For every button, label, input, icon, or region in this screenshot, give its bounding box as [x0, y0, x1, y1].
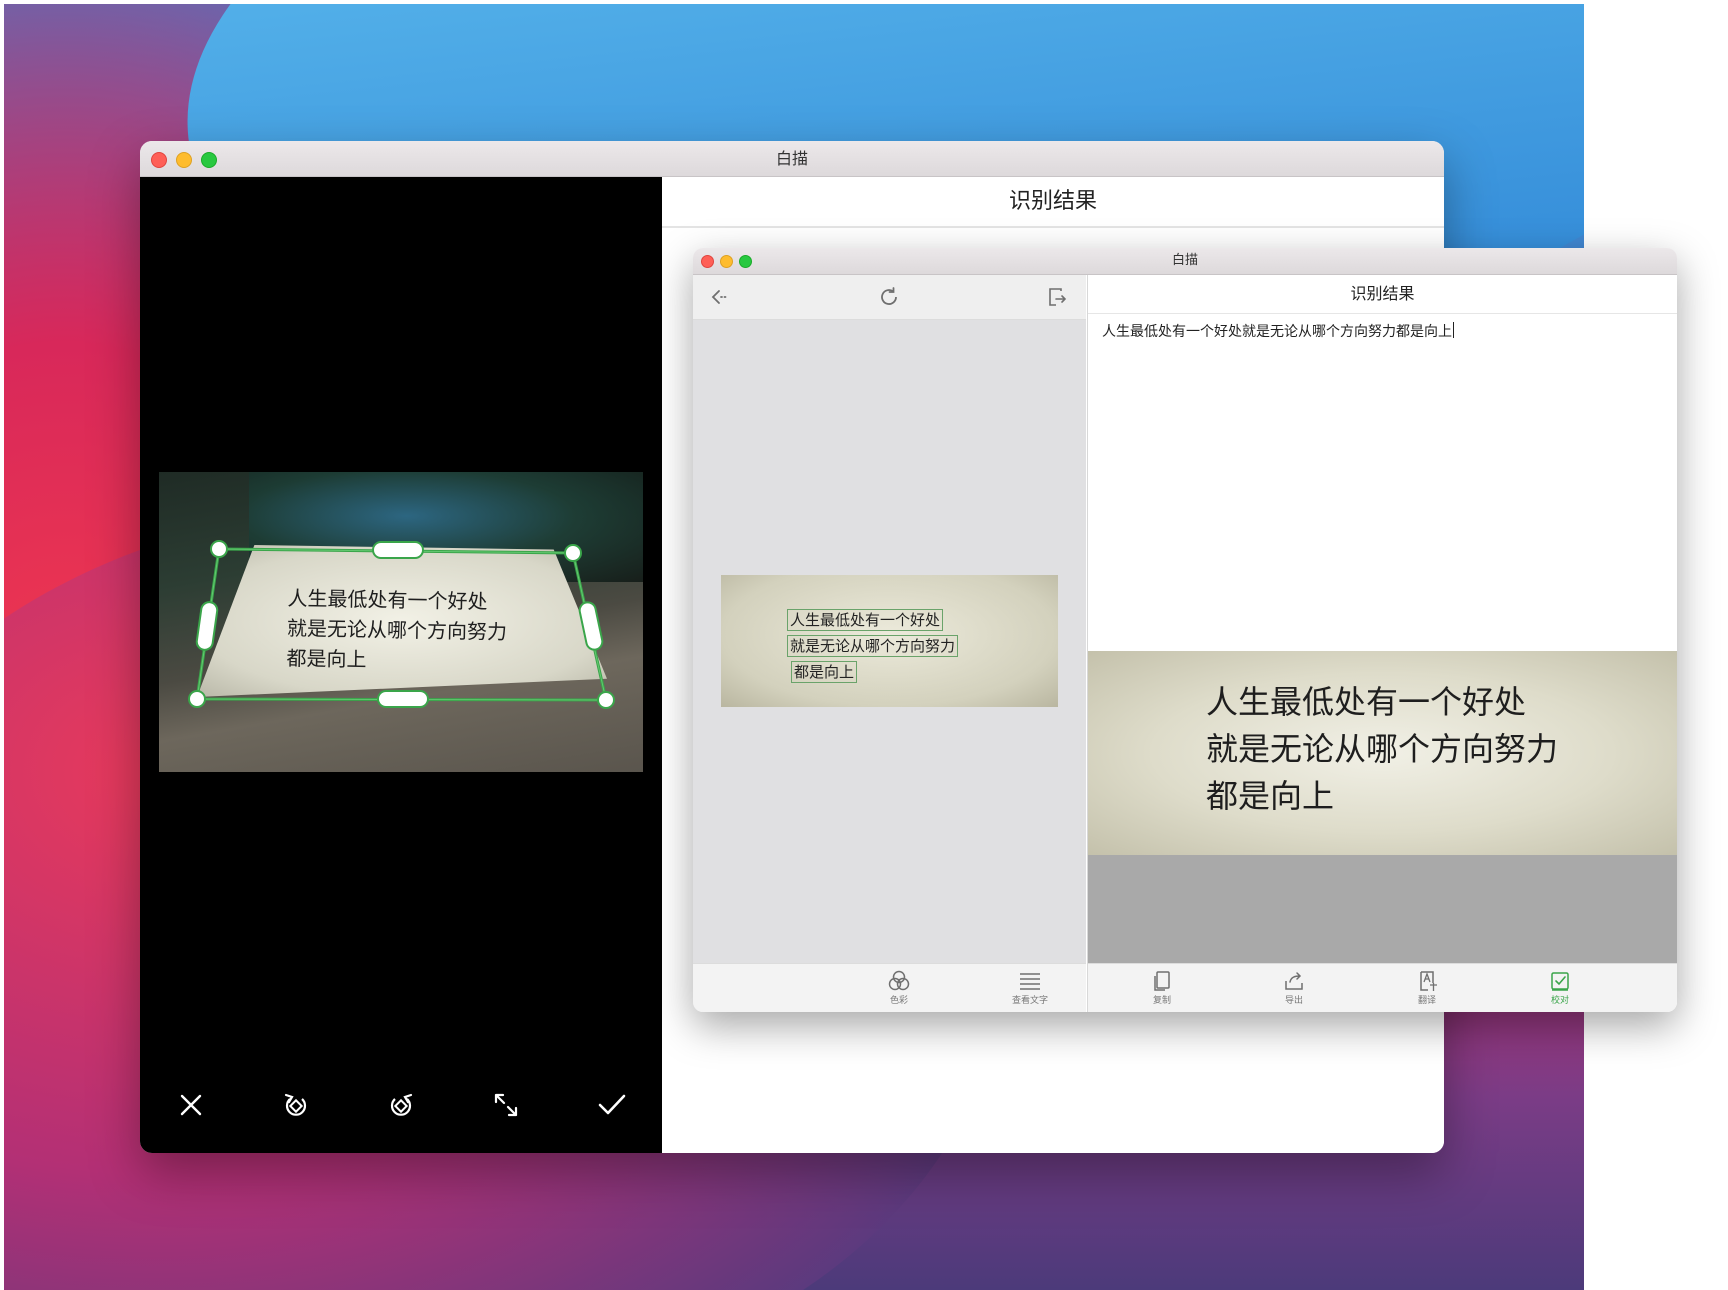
- crop-edge-handle: [578, 601, 604, 651]
- crop-edge-handle: [195, 601, 219, 651]
- check-icon: [598, 1094, 626, 1115]
- view-text-label: 查看文字: [1011, 996, 1048, 1006]
- window-title: 白描: [775, 149, 808, 168]
- color-label: 色彩: [889, 996, 908, 1006]
- cancel-button[interactable]: [173, 1087, 209, 1123]
- crop-corner-handle: [210, 540, 228, 558]
- crop-corner-handle: [597, 691, 615, 709]
- proofread-label: 校对: [1550, 996, 1569, 1006]
- back-arrow-icon: [711, 290, 727, 304]
- image-bottom-toolbar: 色彩 查看文字: [693, 963, 1086, 1012]
- detected-text-box[interactable]: 就是无论从哪个方向努力: [787, 635, 959, 657]
- translate-button[interactable]: 翻译: [1399, 968, 1455, 1007]
- crop-frame[interactable]: [159, 472, 643, 772]
- copy-label: 复制: [1152, 996, 1171, 1006]
- text-caret: [1453, 322, 1454, 338]
- detected-text-box[interactable]: 都是向上: [791, 661, 858, 683]
- preview-handwriting: 人生最低处有一个好处 就是无论从哪个方向努力 都是向上: [1206, 679, 1558, 820]
- ocr-result-panel: 识别结果 人生最低处有一个好处就是无论从哪个方向努力都是向上 人生最低处有一个好…: [1087, 275, 1677, 1012]
- refresh-button[interactable]: [875, 283, 903, 311]
- view-text-button[interactable]: 查看文字: [1002, 968, 1058, 1007]
- camera-panel: 人生最低处有一个好处 就是无论从哪个方向努力 都是向上: [140, 177, 662, 1153]
- preview-handwriting-line: 都是向上: [1206, 777, 1335, 815]
- refresh-icon: [881, 287, 897, 305]
- ocr-text-editor[interactable]: 人生最低处有一个好处就是无论从哪个方向努力都是向上: [1102, 321, 1663, 343]
- expand-button[interactable]: [488, 1087, 524, 1123]
- share-icon: [1285, 972, 1303, 990]
- crop-edge-handle: [372, 541, 424, 559]
- copy-button[interactable]: 复制: [1134, 968, 1190, 1007]
- translate-icon: [1420, 971, 1437, 991]
- proofread-button[interactable]: 校对: [1532, 968, 1588, 1007]
- export-image-icon: [1049, 288, 1067, 306]
- camera-toolbar: [140, 1063, 662, 1153]
- crop-corner-handle: [564, 544, 582, 562]
- rotate-right-icon: [390, 1093, 413, 1116]
- main-titlebar: 白描: [140, 141, 1444, 177]
- image-thumbnail: 人生最低处有一个好处 就是无论从哪个方向努力 都是向上: [721, 575, 1058, 707]
- front-titlebar: 白描: [693, 248, 1677, 275]
- proofread-icon: [1551, 972, 1569, 991]
- preview-background: [1088, 855, 1677, 964]
- confirm-button[interactable]: [594, 1087, 630, 1123]
- back-button[interactable]: [705, 283, 733, 311]
- captured-photo: 人生最低处有一个好处 就是无论从哪个方向努力 都是向上: [159, 472, 643, 772]
- detected-text-box[interactable]: 人生最低处有一个好处: [787, 609, 944, 631]
- rotate-left-icon: [284, 1093, 307, 1116]
- color-button[interactable]: 色彩: [871, 968, 927, 1007]
- result-bottom-toolbar: 复制 导出 翻译 校对: [1088, 963, 1677, 1012]
- text-lines-icon: [1020, 973, 1040, 990]
- preview-handwriting-line: 就是无论从哪个方向努力: [1206, 730, 1559, 768]
- export-label: 导出: [1284, 996, 1303, 1006]
- window-title: 白描: [1171, 253, 1198, 268]
- result-title: 识别结果: [1088, 275, 1677, 314]
- export-button[interactable]: 导出: [1266, 968, 1322, 1007]
- export-image-button[interactable]: [1043, 283, 1071, 311]
- crop-edge-handle: [377, 690, 429, 708]
- front-window: 白描 人生最低处有一个好处 就是无论从哪个方向努力 都是向上 色彩 查看文字 识…: [693, 248, 1677, 1012]
- translate-label: 翻译: [1417, 996, 1436, 1006]
- image-toolbar: [693, 275, 1086, 320]
- rotate-left-button[interactable]: [278, 1087, 314, 1123]
- crop-corner-handle: [188, 690, 206, 708]
- close-icon: [180, 1094, 202, 1116]
- image-panel: 人生最低处有一个好处 就是无论从哪个方向努力 都是向上 色彩 查看文字: [693, 275, 1086, 1012]
- preview-handwriting-line: 人生最低处有一个好处: [1206, 683, 1527, 721]
- source-image-preview: 人生最低处有一个好处 就是无论从哪个方向努力 都是向上: [1088, 651, 1677, 855]
- color-icon: [888, 970, 910, 991]
- rotate-right-button[interactable]: [383, 1087, 419, 1123]
- copy-icon: [1154, 971, 1170, 991]
- ocr-text-content: 人生最低处有一个好处就是无论从哪个方向努力都是向上: [1102, 324, 1452, 340]
- result-title: 识别结果: [662, 177, 1444, 228]
- expand-icon: [494, 1093, 518, 1117]
